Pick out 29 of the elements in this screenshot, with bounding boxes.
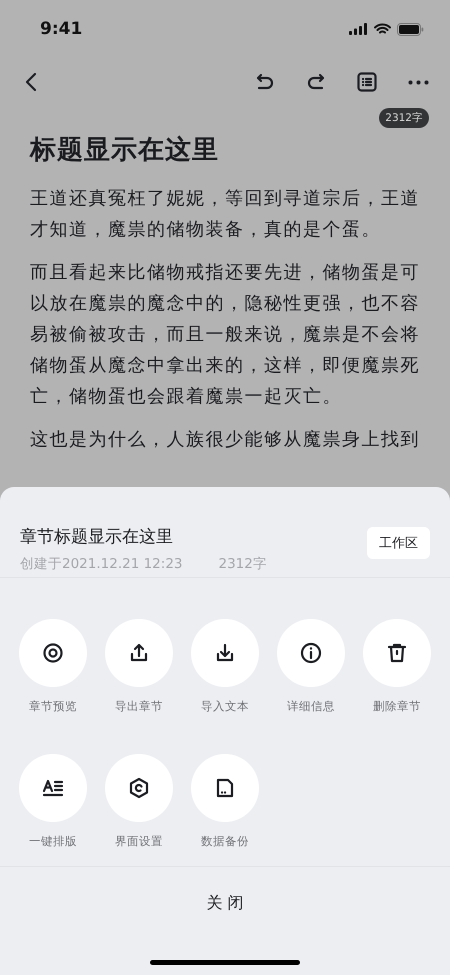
- hexagon-icon: [127, 776, 151, 800]
- action-label: 一键排版: [29, 834, 77, 848]
- workspace-button[interactable]: 工作区: [367, 527, 430, 559]
- created-date: 创建于2021.12.21 12:23: [20, 555, 182, 573]
- more-icon: [408, 80, 428, 84]
- action-label: 界面设置: [115, 834, 163, 848]
- action-label: 详细信息: [287, 699, 335, 714]
- battery-icon: [397, 22, 424, 36]
- list-icon: [355, 70, 379, 94]
- article-paragraph: 这也是为什么，人族很少能够从魔祟身上找到: [30, 428, 421, 452]
- signal-icon: [349, 23, 368, 35]
- action-label: 导出章节: [115, 699, 163, 714]
- action-label: 章节预览: [29, 699, 77, 714]
- article-title: 标题显示在这里: [30, 134, 220, 167]
- wifi-icon: [374, 23, 391, 35]
- action-label: 删除章节: [373, 699, 421, 714]
- list-button[interactable]: [355, 70, 379, 94]
- trash-icon: [385, 641, 409, 665]
- word-count-badge: 2312字: [379, 108, 429, 128]
- close-button[interactable]: 关 闭: [202, 891, 248, 916]
- action-label: 数据备份: [201, 834, 249, 848]
- status-time: 9:41: [40, 19, 82, 39]
- chapter-title: 章节标题显示在这里: [20, 526, 174, 548]
- word-count: 2312字: [218, 555, 267, 573]
- action-label: 导入文本: [201, 699, 249, 714]
- article-paragraph: 而且看起来比储物戒指还要先进，储物蛋是可以放在魔祟的魔念中的，隐秘性更强，也不容易被偷被攻击，而且一般来说，魔祟是不会将储物蛋从魔念中拿出来的，这样，即便魔祟死亡，储物蛋也会跟着魔祟一起灭亡。: [30, 261, 421, 409]
- info-icon: [299, 641, 323, 665]
- eye-icon: [41, 641, 65, 665]
- article-paragraph: 王道还真冤枉了妮妮，等回到寻道宗后，王道才知道，魔祟的储物装备，真的是个蛋。: [30, 187, 421, 242]
